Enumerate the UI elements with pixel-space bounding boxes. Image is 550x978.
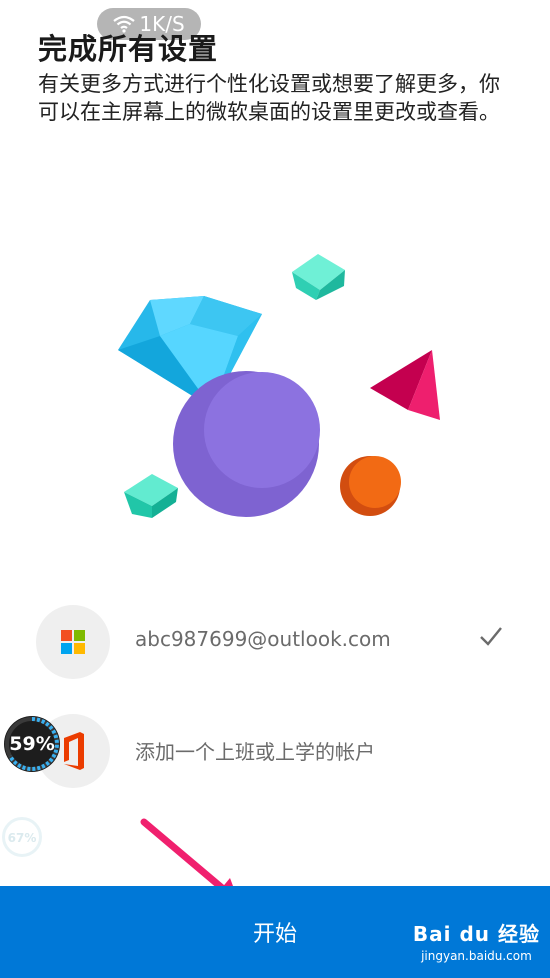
watermark-url: jingyan.baidu.com <box>421 949 532 963</box>
secondary-percent: 67% <box>7 831 37 845</box>
add-account-label: 添加一个上班或上学的帐户 <box>135 740 375 764</box>
secondary-widget[interactable]: 67% <box>2 817 42 857</box>
microsoft-logo-icon <box>36 605 110 679</box>
teal-cube-bottom <box>124 474 178 518</box>
page-title: 完成所有设置 <box>38 32 219 66</box>
account-row-microsoft[interactable]: abc987699@outlook.com <box>0 601 550 681</box>
teal-cube-top <box>292 254 345 300</box>
account-email: abc987699@outlook.com <box>135 627 391 651</box>
baidu-watermark: Bai du 经验 jingyan.baidu.com <box>413 918 540 963</box>
start-button[interactable]: 开始 <box>200 916 350 948</box>
orange-sphere <box>340 456 401 516</box>
setup-complete-illustration <box>118 254 440 518</box>
purple-sphere <box>173 371 320 517</box>
watermark-brand: Bai du 经验 <box>412 922 540 946</box>
account-row-add-work-school[interactable]: 添加一个上班或上学的帐户 <box>0 710 550 790</box>
checkmark-icon <box>480 627 502 646</box>
start-bar: 开始 Bai du 经验 jingyan.baidu.com <box>0 886 550 978</box>
red-pyramid <box>370 350 440 420</box>
page-description: 有关更多方式进行个性化设置或想要了解更多，你可以在主屏幕上的微软桌面的设置里更改… <box>38 72 500 124</box>
memory-percent: 59% <box>9 733 55 755</box>
memory-widget[interactable]: 59% <box>4 716 60 772</box>
